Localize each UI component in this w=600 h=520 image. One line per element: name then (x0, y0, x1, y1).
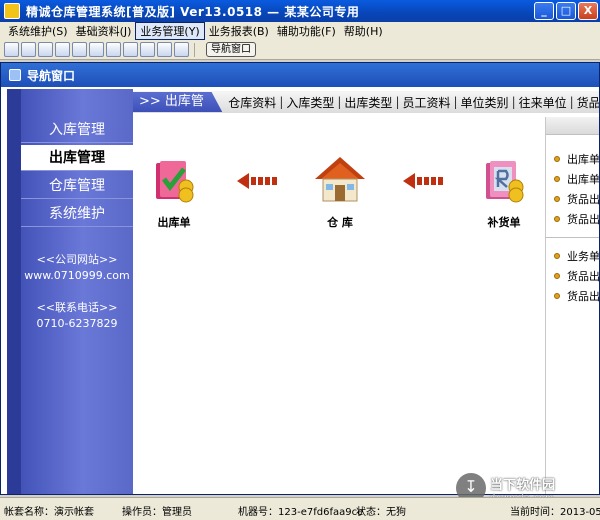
left-menu-system[interactable]: 系统维护 (21, 201, 133, 227)
tab-partner-units[interactable]: 往来单位 (519, 94, 567, 111)
tab-inbound-type[interactable]: 入库类型 (286, 94, 334, 111)
gift-icon[interactable] (72, 42, 87, 57)
quick-link[interactable]: 业务单 (546, 246, 599, 266)
quick-link[interactable]: 出库单 (546, 169, 599, 189)
exit-icon[interactable] (174, 42, 189, 57)
flow-label-outbound: 出库单 (157, 216, 191, 229)
flow-label-warehouse: 仓 库 (327, 216, 353, 229)
navigation-window: 导航窗口 入库管理 出库管理 仓库管理 系统维护 <<公司网站>> www.07… (0, 62, 600, 495)
website-label: <<公司网站>> (36, 253, 118, 266)
help-icon[interactable] (157, 42, 172, 57)
replenishment-order-icon (486, 161, 524, 203)
flow-node-outbound-order[interactable]: 出库单 (147, 157, 201, 230)
menu-system-maintenance[interactable]: 系统维护(S) (4, 23, 72, 39)
menu-auxiliary[interactable]: 辅助功能(F) (273, 23, 340, 39)
save-icon[interactable] (123, 42, 138, 57)
warehouse-house-icon (315, 157, 365, 202)
bullet-icon (554, 253, 560, 259)
status-bar: 帐套名称：演示帐套 操作员：管理员 机器号：123-e7fd6faa9ce 状态… (0, 497, 600, 520)
grid-icon[interactable] (4, 42, 19, 57)
tab-goods-category[interactable]: 货品类 (577, 94, 599, 111)
flow-arrow-left-icon (403, 173, 443, 189)
quick-link[interactable]: 货品出 (546, 209, 599, 229)
quick-link[interactable]: 货品出 (546, 286, 599, 306)
quick-link[interactable]: 出库单 (546, 149, 599, 169)
left-panel-stripe (7, 89, 21, 494)
status-machine: 机器号：123-e7fd6faa9ce (238, 507, 364, 518)
monitor-icon[interactable] (106, 42, 121, 57)
toolbar: 导航窗口 (0, 40, 600, 60)
watermark-name: 当下软件园 (490, 478, 556, 493)
quick-link[interactable]: 货品出 (546, 266, 599, 286)
right-quick-panel: 出库单 出库单 货品出 货品出 业务单 货品出 货品出 (545, 117, 599, 494)
bullet-icon (554, 196, 560, 202)
window-icon (9, 69, 21, 81)
outbound-order-icon (156, 161, 194, 203)
menu-help[interactable]: 帮助(H) (340, 23, 387, 39)
nav-window-button[interactable]: 导航窗口 (206, 42, 256, 57)
menu-business-reports[interactable]: 业务报表(B) (205, 23, 273, 39)
window-icon[interactable] (38, 42, 53, 57)
transfer-icon[interactable] (55, 42, 70, 57)
print-icon[interactable] (140, 42, 155, 57)
left-menu-warehouse[interactable]: 仓库管理 (21, 173, 133, 199)
tab-staff-data[interactable]: 员工资料 (402, 94, 450, 111)
menu-bar: 系统维护(S) 基础资料(J) 业务管理(Y) 业务报表(B) 辅助功能(F) … (0, 22, 600, 40)
app-icon (4, 3, 20, 19)
left-nav-panel: 入库管理 出库管理 仓库管理 系统维护 <<公司网站>> www.0710999… (7, 89, 133, 494)
menu-business-management[interactable]: 业务管理(Y) (135, 22, 205, 40)
right-panel-header (546, 117, 599, 135)
tab-links: 仓库资料 | 入库类型 | 出库类型 | 员工资料 | 单位类别 | 往来单位 … (228, 94, 599, 111)
status-time: 当前时间：2013-05-2 (510, 507, 600, 518)
window-title: 精诚仓库管理系统[普及版] Ver13.0518 — 某某公司专用 (26, 4, 360, 19)
status-account: 帐套名称：演示帐套 (4, 507, 94, 518)
flow-label-replenishment: 补货单 (487, 216, 521, 229)
menu-basic-data[interactable]: 基础资料(J) (72, 23, 136, 39)
bullet-icon (554, 156, 560, 162)
left-menu-inbound[interactable]: 入库管理 (21, 117, 133, 143)
close-button[interactable]: X (578, 2, 598, 20)
tab-outbound-type[interactable]: 出库类型 (344, 94, 392, 111)
tab-warehouse-data[interactable]: 仓库资料 (228, 94, 276, 111)
tab-unit-category[interactable]: 单位类别 (461, 94, 509, 111)
maximize-button[interactable]: □ (556, 2, 576, 20)
tab-outbound-management[interactable]: >> 出库管理 (133, 92, 223, 112)
tab-strip: >> 出库管理 仓库资料 | 入库类型 | 出库类型 | 员工资料 | 单位类别… (133, 91, 599, 113)
flow-area: 出库单 仓 库 补货单 (133, 117, 545, 494)
bullet-icon (554, 273, 560, 279)
bullet-icon (554, 216, 560, 222)
flow-node-replenishment-order[interactable]: 补货单 (477, 157, 531, 230)
left-menu-outbound[interactable]: 出库管理 (21, 145, 133, 171)
users-icon[interactable] (89, 42, 104, 57)
nav-window-title: 导航窗口 (27, 68, 76, 83)
bullet-icon (554, 176, 560, 182)
right-panel-divider (546, 237, 599, 238)
window-controls: _ □ X (534, 2, 598, 20)
minimize-button[interactable]: _ (534, 2, 554, 20)
quick-link[interactable]: 货品出 (546, 189, 599, 209)
title-bar: 精诚仓库管理系统[普及版] Ver13.0518 — 某某公司专用 _ □ X (0, 0, 600, 22)
toolbar-separator (194, 42, 195, 57)
website-link[interactable]: www.0710999.com (21, 269, 133, 282)
list-icon[interactable] (21, 42, 36, 57)
status-dongle: 状态：无狗 (356, 507, 406, 518)
bullet-icon (554, 293, 560, 299)
flow-node-warehouse[interactable]: 仓 库 (311, 155, 369, 230)
flow-arrow-left-icon (237, 173, 277, 189)
nav-window-titlebar: 导航窗口 (1, 63, 599, 87)
status-operator: 操作员：管理员 (122, 507, 192, 518)
phone-number: 0710-6237829 (36, 317, 118, 330)
phone-label: <<联系电话>> (36, 301, 118, 314)
